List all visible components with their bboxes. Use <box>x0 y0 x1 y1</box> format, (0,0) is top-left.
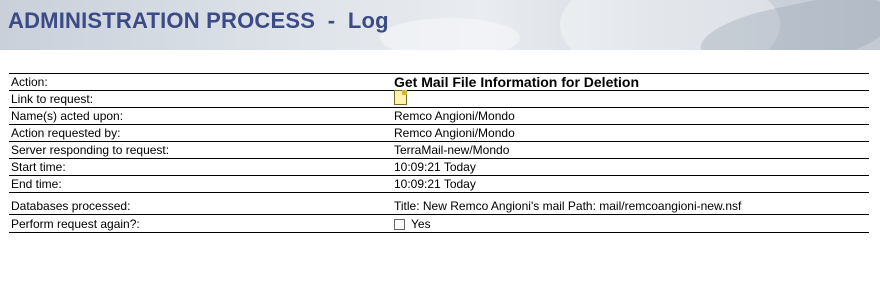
row-perform-again: Perform request again?: Yes <box>9 215 869 232</box>
row-end-time: End time: 10:09:21 Today <box>9 176 869 193</box>
names-label: Name(s) acted upon: <box>11 109 124 123</box>
action-label: Action: <box>11 75 48 89</box>
server-label: Server responding to request: <box>11 143 170 157</box>
start-label: Start time: <box>11 160 66 174</box>
page-title: ADMINISTRATION PROCESS - Log <box>8 8 389 33</box>
row-action-requested-by: Action requested by: Remco Angioni/Mondo <box>9 125 869 142</box>
row-databases-processed: Databases processed: Title: New Remco An… <box>9 193 869 215</box>
action-value: Get Mail File Information for Deletion <box>394 74 640 90</box>
perform-label: Perform request again?: <box>11 216 140 231</box>
start-value: 10:09:21 Today <box>394 160 476 174</box>
row-action: Action: Get Mail File Information for De… <box>9 74 869 91</box>
banner-decoration <box>380 18 520 50</box>
perform-value: Yes <box>394 217 869 231</box>
link-value <box>394 90 869 108</box>
row-names-acted-upon: Name(s) acted upon: Remco Angioni/Mondo <box>9 108 869 125</box>
db-label: Databases processed: <box>11 199 131 213</box>
perform-option-label: Yes <box>411 216 431 231</box>
row-start-time: Start time: 10:09:21 Today <box>9 159 869 176</box>
link-label: Link to request: <box>11 92 94 106</box>
perform-again-checkbox[interactable] <box>394 218 405 230</box>
db-value: Title: New Remco Angioni's mail Path: ma… <box>394 199 742 213</box>
end-value: 10:09:21 Today <box>394 177 476 191</box>
requested-value: Remco Angioni/Mondo <box>394 126 515 140</box>
requested-label: Action requested by: <box>11 126 121 140</box>
document-link-icon[interactable] <box>394 90 407 105</box>
log-details-table: Action: Get Mail File Information for De… <box>9 73 869 233</box>
row-server: Server responding to request: TerraMail-… <box>9 142 869 159</box>
server-value: TerraMail-new/Mondo <box>394 143 510 157</box>
row-link-to-request: Link to request: <box>9 90 869 108</box>
end-label: End time: <box>11 177 62 191</box>
header-banner: ADMINISTRATION PROCESS - Log <box>0 0 880 50</box>
names-value: Remco Angioni/Mondo <box>394 109 515 123</box>
